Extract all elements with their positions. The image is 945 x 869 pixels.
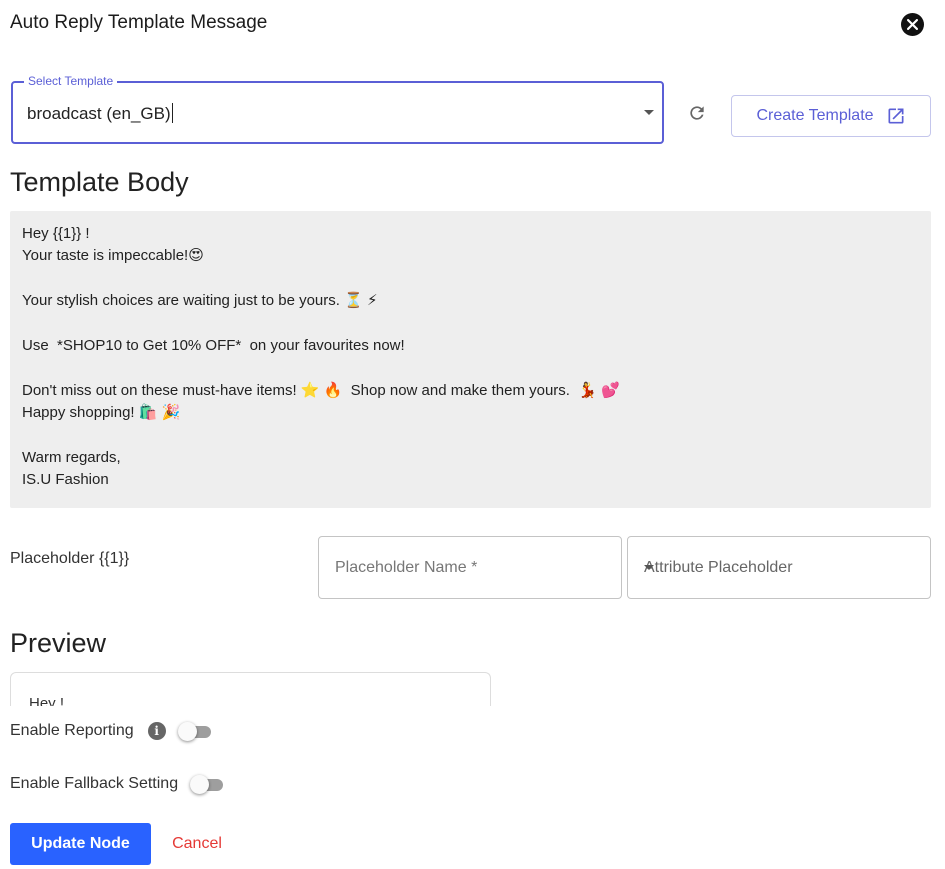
enable-fallback-row: Enable Fallback Setting	[10, 773, 224, 795]
toggle-thumb	[177, 722, 197, 741]
template-body-line: IS.U Fashion	[22, 471, 109, 489]
template-body-line: Happy shopping! 🛍️ 🎉	[22, 404, 181, 422]
enable-fallback-label: Enable Fallback Setting	[10, 775, 179, 792]
template-body-heading: Template Body	[10, 167, 189, 197]
template-body-text: Hey {{1}} ! Your taste is impeccable!😍 Y…	[10, 211, 931, 508]
template-body-line: Don't miss out on these must-have items!…	[22, 381, 620, 399]
cancel-button[interactable]: Cancel	[163, 823, 231, 865]
attribute-placeholder-select[interactable]: Attribute Placeholder	[627, 536, 931, 599]
placeholder-name-hint: Placeholder Name *	[335, 559, 478, 576]
attribute-placeholder-hint: Attribute Placeholder	[644, 559, 793, 576]
info-icon[interactable]: i	[147, 722, 166, 740]
placeholder-label: Placeholder {{1}}	[10, 550, 130, 567]
template-body-line	[22, 425, 919, 447]
enable-reporting-row: Enable Reporting i	[10, 720, 212, 742]
dropdown-arrow-icon	[644, 565, 654, 570]
template-select-value: broadcast (en_GB)	[27, 103, 173, 123]
refresh-button[interactable]	[683, 99, 711, 127]
template-select-label: Select Template	[24, 74, 118, 88]
toggle-thumb	[190, 775, 210, 794]
refresh-icon	[690, 106, 704, 120]
template-select[interactable]: Select Template broadcast (en_GB)	[11, 74, 664, 144]
dropdown-arrow-icon	[644, 110, 654, 115]
template-body-line	[22, 313, 919, 335]
dialog-title: Auto Reply Template Message	[10, 12, 268, 33]
create-template-button[interactable]: Create Template	[731, 95, 931, 137]
preview-text: Hey !	[29, 695, 65, 706]
enable-fallback-toggle[interactable]	[190, 773, 224, 795]
update-node-button[interactable]: Update Node	[10, 823, 151, 865]
placeholder-name-input[interactable]: Placeholder Name *	[318, 536, 622, 599]
template-body-line: Your taste is impeccable!😍	[22, 247, 204, 265]
preview-heading: Preview	[10, 628, 107, 658]
close-button[interactable]	[901, 13, 924, 36]
template-body-line	[22, 268, 919, 290]
preview-message: Hey !	[10, 672, 491, 706]
open-external-icon	[888, 108, 904, 124]
close-icon	[907, 19, 918, 30]
template-body-line: Hey {{1}} !	[22, 225, 90, 242]
create-template-label: Create Template	[756, 107, 874, 124]
enable-reporting-label: Enable Reporting	[10, 722, 134, 739]
template-body-line: Warm regards,	[22, 448, 121, 466]
template-body-line: Your stylish choices are waiting just to…	[22, 292, 378, 310]
template-body-line: Use *SHOP10 to Get 10% OFF* on your favo…	[22, 336, 405, 354]
enable-reporting-toggle[interactable]	[177, 720, 212, 742]
text-cursor	[171, 103, 173, 123]
template-body-line	[22, 357, 919, 379]
